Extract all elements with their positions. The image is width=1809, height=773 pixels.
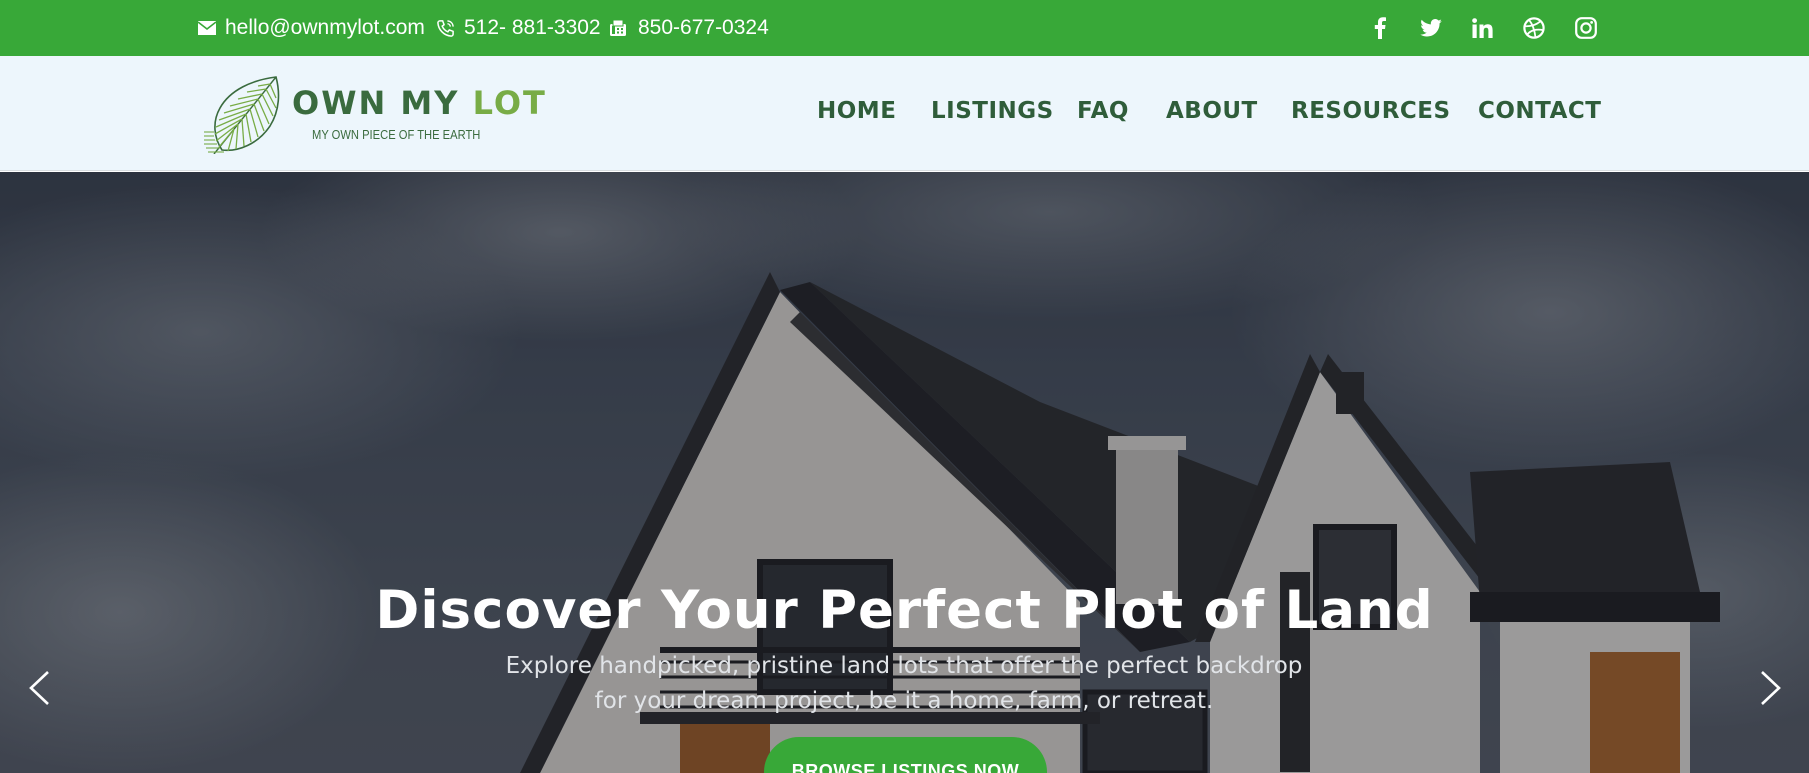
logo[interactable]: OWN MY LOT MY OWN PIECE OF THE EARTH bbox=[200, 76, 545, 155]
dribbble-icon[interactable] bbox=[1519, 13, 1549, 43]
nav-item-home[interactable]: HOME bbox=[817, 98, 896, 124]
top-bar: hello@ownmylot.com 512- 881-3302 850-677… bbox=[0, 0, 1809, 56]
chevron-left-icon[interactable] bbox=[21, 668, 57, 708]
site-header: OWN MY LOT MY OWN PIECE OF THE EARTH HOM… bbox=[0, 56, 1809, 171]
nav-item-resources[interactable]: RESOURCES bbox=[1291, 98, 1451, 124]
hero-slider: Discover Your Perfect Plot of Land Explo… bbox=[0, 172, 1809, 773]
instagram-icon[interactable] bbox=[1571, 13, 1601, 43]
logo-name: OWN MY LOT bbox=[292, 84, 547, 122]
nav-item-faq[interactable]: FAQ bbox=[1077, 98, 1129, 124]
nav-item-contact[interactable]: CONTACT bbox=[1478, 98, 1601, 124]
logo-name-own: OWN MY bbox=[292, 84, 460, 122]
fax-icon bbox=[607, 17, 629, 39]
linkedin-icon[interactable] bbox=[1467, 13, 1497, 43]
twitter-icon[interactable] bbox=[1416, 13, 1446, 43]
chevron-right-icon[interactable] bbox=[1753, 668, 1789, 708]
hero-title: Discover Your Perfect Plot of Land bbox=[375, 580, 1434, 641]
phone-contact[interactable]: 512- 881-3302 bbox=[434, 0, 601, 56]
email-text: hello@ownmylot.com bbox=[225, 16, 425, 39]
fax-contact[interactable]: 850-677-0324 bbox=[607, 0, 769, 56]
phone-icon bbox=[434, 17, 456, 39]
logo-name-lot: LOT bbox=[472, 84, 547, 122]
logo-tagline: MY OWN PIECE OF THE EARTH bbox=[312, 127, 481, 142]
hero-subtitle: Explore handpicked, pristine land lots t… bbox=[505, 653, 1303, 714]
nav-item-about[interactable]: ABOUT bbox=[1166, 98, 1258, 124]
fax-text: 850-677-0324 bbox=[638, 16, 769, 39]
browse-listings-button[interactable]: BROWSE LISTINGS NOW bbox=[764, 737, 1047, 773]
email-contact[interactable]: hello@ownmylot.com bbox=[196, 0, 425, 56]
leaf-logo-icon bbox=[204, 76, 280, 155]
envelope-icon bbox=[196, 17, 218, 39]
facebook-icon[interactable] bbox=[1365, 13, 1395, 43]
phone-text: 512- 881-3302 bbox=[464, 16, 601, 39]
nav-item-listings[interactable]: LISTINGS bbox=[931, 98, 1054, 124]
